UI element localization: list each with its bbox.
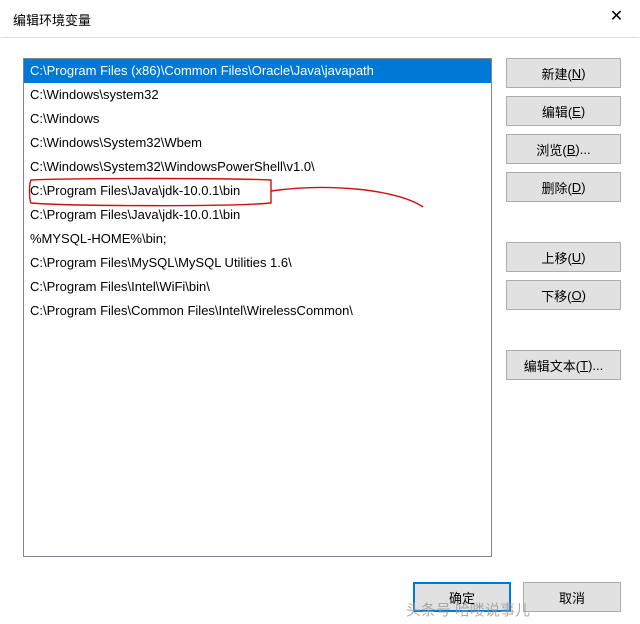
list-item[interactable]: C:\Program Files\Intel\WiFi\bin\ [24,275,491,299]
new-button[interactable]: 新建(N) [506,58,621,88]
list-item[interactable]: C:\Windows\system32 [24,83,491,107]
delete-button[interactable]: 删除(D) [506,172,621,202]
spacer [506,318,621,342]
move-up-button[interactable]: 上移(U) [506,242,621,272]
list-item[interactable]: C:\Windows [24,107,491,131]
dialog-window: 编辑环境变量 ✕ C:\Program Files (x86)\Common F… [0,0,640,624]
close-button[interactable]: ✕ [594,1,639,31]
dialog-body: C:\Program Files (x86)\Common Files\Orac… [1,38,639,571]
list-item[interactable]: C:\Program Files\Common Files\Intel\Wire… [24,299,491,323]
list-item[interactable]: C:\Windows\System32\Wbem [24,131,491,155]
path-listbox[interactable]: C:\Program Files (x86)\Common Files\Orac… [23,58,492,557]
list-item[interactable]: %MYSQL-HOME%\bin; [24,227,491,251]
dialog-footer: 确定 取消 [1,571,639,623]
titlebar: 编辑环境变量 ✕ [1,1,639,38]
ok-button[interactable]: 确定 [413,582,511,612]
browse-button[interactable]: 浏览(B)... [506,134,621,164]
list-item[interactable]: C:\Program Files\MySQL\MySQL Utilities 1… [24,251,491,275]
list-item[interactable]: C:\Windows\System32\WindowsPowerShell\v1… [24,155,491,179]
edit-text-button[interactable]: 编辑文本(T)... [506,350,621,380]
window-title: 编辑环境变量 [13,10,91,29]
list-item[interactable]: C:\Program Files\Java\jdk-10.0.1\bin [24,179,491,203]
close-icon: ✕ [610,6,623,26]
list-item[interactable]: C:\Program Files (x86)\Common Files\Orac… [24,59,491,83]
spacer [506,210,621,234]
move-down-button[interactable]: 下移(O) [506,280,621,310]
button-column: 新建(N) 编辑(E) 浏览(B)... 删除(D) 上移(U) 下移(O) 编… [506,58,621,557]
edit-button[interactable]: 编辑(E) [506,96,621,126]
cancel-button[interactable]: 取消 [523,582,621,612]
list-item[interactable]: C:\Program Files\Java\jdk-10.0.1\bin [24,203,491,227]
